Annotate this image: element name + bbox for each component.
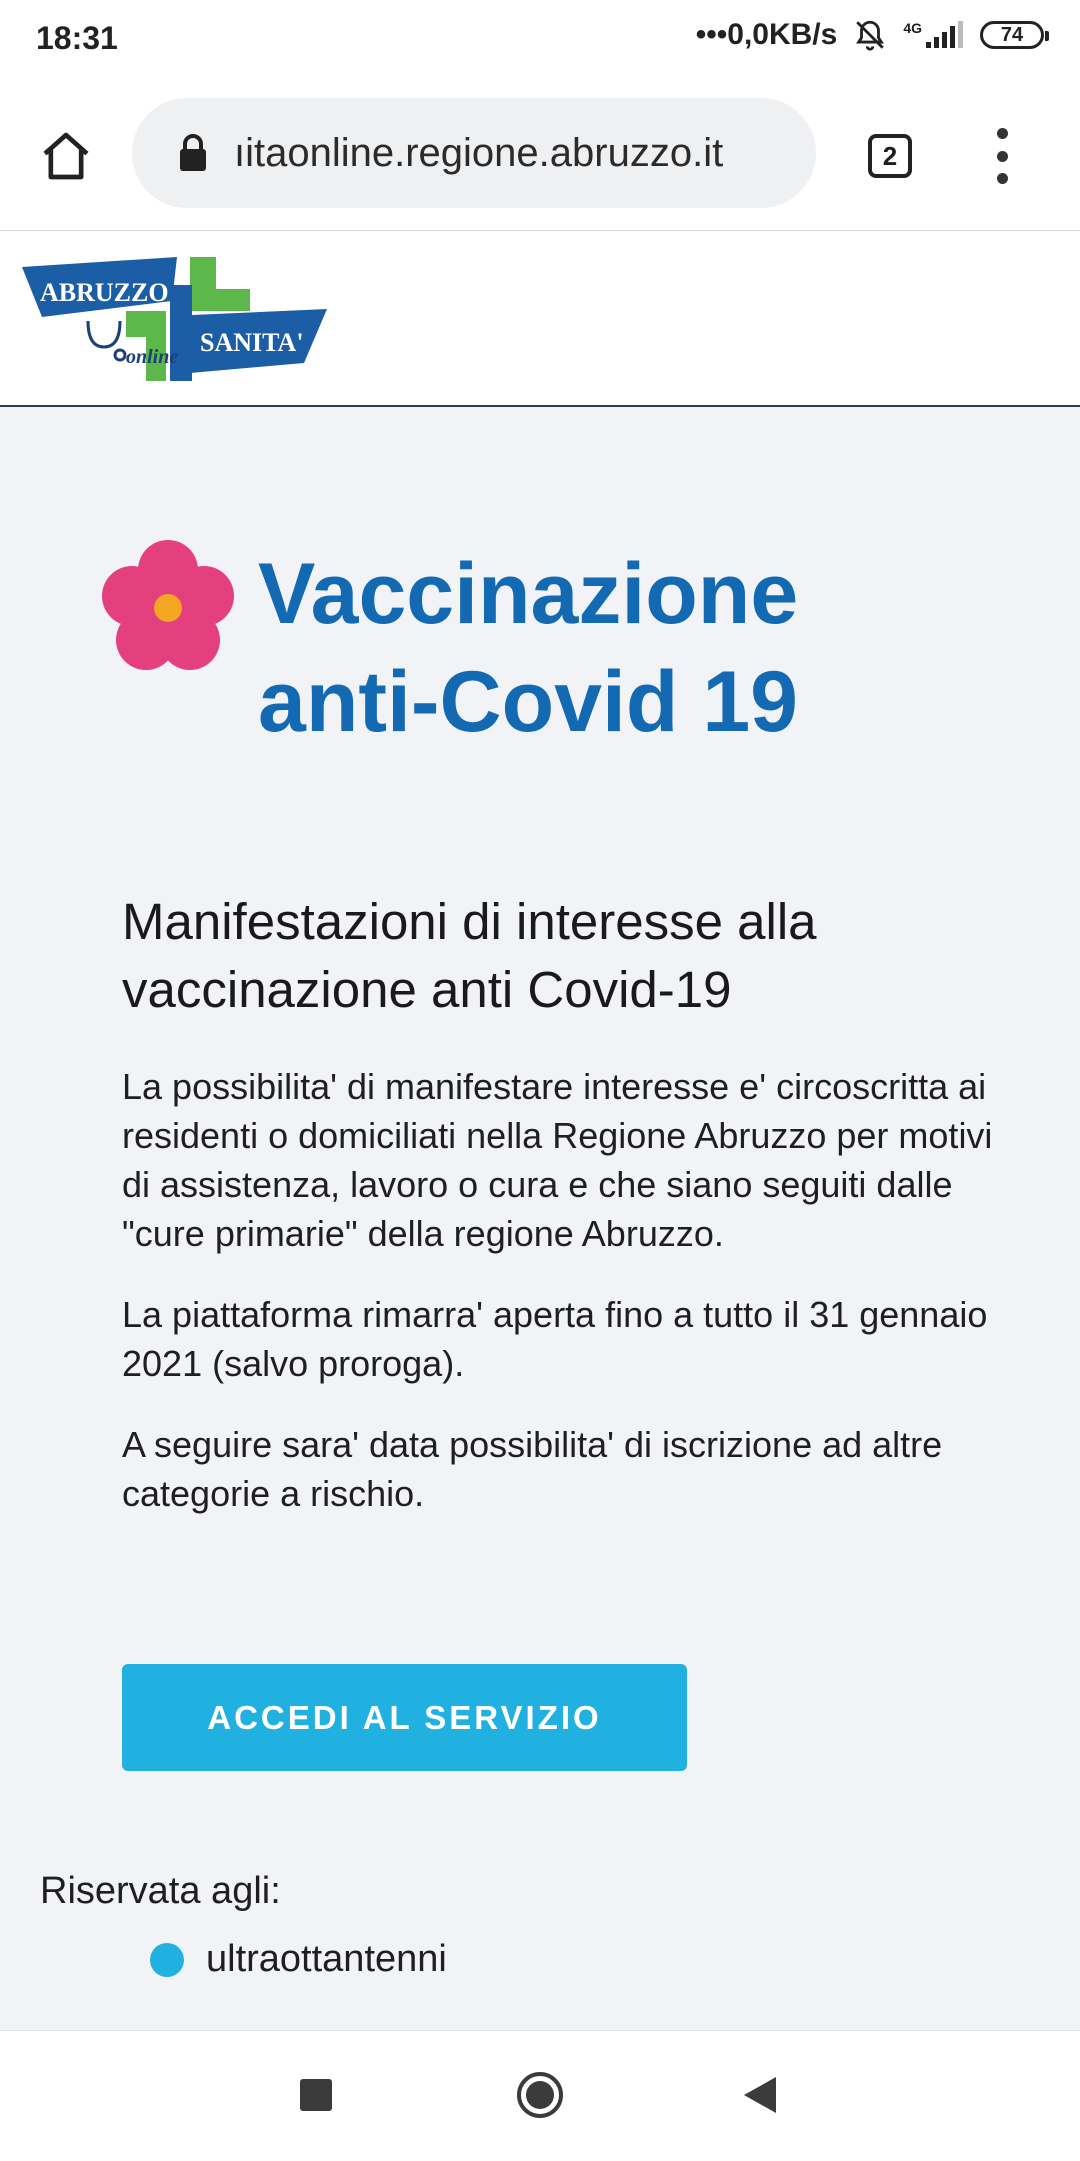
paragraph-next-steps: A seguire sara' data possibilita' di isc… <box>122 1424 943 1514</box>
reserved-label: Riservata agli: <box>40 1870 281 1912</box>
access-service-button[interactable]: ACCEDI AL SERVIZIO <box>122 1664 687 1771</box>
network-type-label: 4G <box>903 20 922 36</box>
logo-text-abruzzo: ABRUZZO <box>40 278 169 307</box>
more-vert-icon[interactable] <box>990 128 1014 184</box>
paragraph-eligibility: La possibilita' di manifestare interesse… <box>122 1066 993 1254</box>
browser-toolbar: ıitaonline.regione.abruzzo.it 2 <box>0 78 1080 231</box>
home-icon[interactable] <box>38 128 94 184</box>
hero: Vaccinazione anti-Covid 19 <box>100 540 1000 760</box>
url-text: ıitaonline.regione.abruzzo.it <box>234 130 724 175</box>
flower-icon <box>102 540 234 670</box>
network-speed: •••0,0KB/s <box>695 18 838 51</box>
section-subtitle: Manifestazioni di interesse alla vaccina… <box>122 893 817 1018</box>
status-time: 18:31 <box>36 20 118 56</box>
list-item: ultraottantenni <box>150 1938 447 1981</box>
system-nav-bar <box>0 2030 1080 2161</box>
site-header: ABRUZZO SANITA' online <box>0 231 1080 407</box>
bell-muted-icon <box>856 20 885 51</box>
tabs-icon[interactable]: 2 <box>868 134 912 178</box>
abruzzo-sanita-logo[interactable]: ABRUZZO SANITA' online <box>22 255 332 381</box>
recents-icon[interactable] <box>300 2079 332 2111</box>
page-title: Vaccinazione anti-Covid 19 <box>258 540 798 756</box>
paragraph-deadline: La piattaforma rimarra' aperta fino a tu… <box>122 1294 988 1384</box>
bullet-dot-icon <box>150 1942 184 1977</box>
lock-icon <box>180 134 206 171</box>
reserved-list: ultraottantenni <box>150 1938 447 1981</box>
logo-text-sanita: SANITA' <box>200 328 304 357</box>
battery-icon: 74 <box>980 21 1049 49</box>
address-bar[interactable]: ıitaonline.regione.abruzzo.it <box>132 98 816 208</box>
back-icon[interactable] <box>742 2075 778 2115</box>
main-content: Manifestazioni di interesse alla vaccina… <box>122 888 1022 1550</box>
logo-text-online: online <box>126 346 178 368</box>
list-item-label: ultraottantenni <box>206 1938 447 1980</box>
page-title-line2: anti-Covid 19 <box>258 654 798 750</box>
page-title-line1: Vaccinazione <box>258 546 799 642</box>
signal-icon <box>926 21 963 48</box>
status-icons: •••0,0KB/s 4G 74 <box>695 18 1049 52</box>
status-bar: 18:31 •••0,0KB/s 4G 74 <box>0 0 1080 78</box>
network-type: 4G <box>903 20 964 50</box>
nav-home-icon[interactable] <box>516 2071 564 2119</box>
